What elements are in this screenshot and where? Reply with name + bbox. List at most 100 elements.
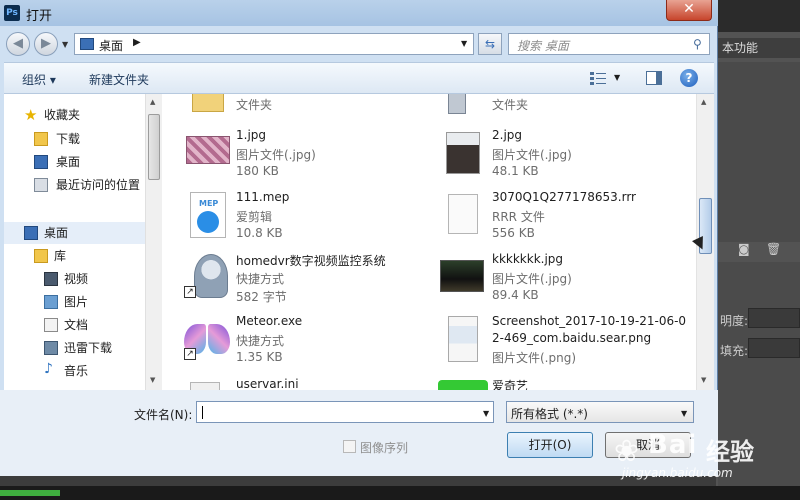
webcam-icon[interactable] xyxy=(194,254,228,298)
file-type: 图片文件(.jpg) xyxy=(492,272,572,286)
file-name[interactable]: Screenshot_2017-10-19-21-06-0 xyxy=(492,314,686,328)
photoshop-progress-fill xyxy=(0,490,60,496)
mep-badge: MEP xyxy=(199,199,219,208)
image-thumbnail[interactable] xyxy=(446,132,480,174)
address-bar[interactable]: 桌面 ▶ ▼ xyxy=(74,33,474,55)
refresh-icon[interactable]: ⇆ xyxy=(478,33,502,55)
scroll-up-icon[interactable]: ▲ xyxy=(701,98,706,106)
file-size: 582 字节 xyxy=(236,290,287,304)
mep-file-icon[interactable]: MEP xyxy=(190,192,226,238)
filename-dropdown-icon[interactable]: ▼ xyxy=(483,409,489,418)
screenshot-thumbnail[interactable] xyxy=(448,316,478,362)
nav-downloads[interactable]: 下载 xyxy=(56,129,80,149)
back-arrow-icon[interactable]: ◀ xyxy=(6,32,30,56)
scroll-down-icon[interactable]: ▼ xyxy=(150,376,155,384)
scroll-up-icon[interactable]: ▲ xyxy=(150,98,155,106)
file-name[interactable]: 2.jpg xyxy=(492,128,522,142)
preview-pane-icon[interactable] xyxy=(646,71,662,85)
file-type: 爱剪辑 xyxy=(236,210,273,224)
filename-input[interactable]: ▼ xyxy=(196,401,494,423)
view-dropdown-icon[interactable]: ▼ xyxy=(614,73,620,82)
generic-file-icon[interactable] xyxy=(448,194,478,234)
image-thumbnail[interactable] xyxy=(440,260,484,292)
view-options-icon[interactable] xyxy=(590,71,606,85)
organize-button[interactable]: 组织 ▾ xyxy=(22,71,56,88)
photoshop-status-bar xyxy=(0,486,800,500)
file-type: 文件夹 xyxy=(236,98,273,112)
opacity-field[interactable] xyxy=(748,308,800,328)
file-type: RRR 文件 xyxy=(492,210,545,224)
videos-icon xyxy=(44,272,58,286)
recent-places-icon xyxy=(34,178,48,192)
nav-xunlei-downloads[interactable]: 迅雷下载 xyxy=(64,338,112,358)
file-name[interactable]: kkkkkkk.jpg xyxy=(492,252,563,266)
watermark-brand: Bai xyxy=(648,430,698,460)
new-folder-button[interactable]: 新建文件夹 xyxy=(89,71,149,88)
folder-icon[interactable] xyxy=(448,94,466,114)
navigation-scrollbar[interactable]: ▲ ▼ xyxy=(145,94,162,390)
dialog-titlebar[interactable]: Ps 打开 ✕ xyxy=(0,0,718,26)
nav-documents[interactable]: 文档 xyxy=(64,315,88,335)
file-type: 图片文件(.jpg) xyxy=(236,148,316,162)
nav-favorites[interactable]: 收藏夹 xyxy=(44,105,80,125)
help-icon[interactable]: ? xyxy=(680,69,698,87)
photoshop-panel-upper: ◙ 🗑 xyxy=(718,62,800,256)
nav-videos[interactable]: 视频 xyxy=(64,269,88,289)
navigation-pane: ★ 收藏夹 下载 桌面 最近访问的位置 桌面 库 视频 图片 文档 迅雷下载 ♪… xyxy=(4,94,164,390)
file-name[interactable]: homedvr数字视频监控系统 xyxy=(236,252,386,269)
file-name[interactable]: 111.mep xyxy=(236,190,289,204)
documents-icon xyxy=(44,318,58,332)
fill-label: 填充: xyxy=(720,344,749,358)
address-dropdown-icon[interactable]: ▼ xyxy=(461,39,467,48)
address-location[interactable]: 桌面 xyxy=(99,37,123,54)
forward-arrow-icon[interactable]: ▶ xyxy=(34,32,58,56)
nav-music[interactable]: 音乐 xyxy=(64,361,88,381)
image-sequence-label: 图像序列 xyxy=(360,441,409,455)
desktop-icon xyxy=(34,155,48,169)
camera-icon[interactable]: ◙ xyxy=(738,242,750,256)
xunlei-folder-icon xyxy=(44,341,58,355)
recent-locations-dropdown-icon[interactable]: ▼ xyxy=(62,40,68,49)
file-name[interactable]: Meteor.exe xyxy=(236,314,302,328)
breadcrumb-chevron-icon[interactable]: ▶ xyxy=(133,37,141,48)
image-thumbnail[interactable] xyxy=(186,136,230,164)
ini-file-icon[interactable] xyxy=(190,382,220,390)
file-name[interactable]: uservar.ini xyxy=(236,377,299,391)
image-sequence-checkbox[interactable] xyxy=(343,440,356,453)
nav-pictures[interactable]: 图片 xyxy=(64,292,88,312)
file-name[interactable]: 3070Q1Q277178653.rrr xyxy=(492,190,636,204)
aijianji-logo-icon xyxy=(197,211,219,233)
file-type: 文件夹 xyxy=(492,98,529,112)
folder-icon[interactable] xyxy=(192,94,224,112)
search-icon[interactable]: ⚲ xyxy=(693,37,702,51)
open-file-dialog: Ps 打开 ✕ ◀ ▶ ▼ 桌面 ▶ ▼ ⇆ 搜索 桌面 ⚲ 组织 ▾ 新建文件… xyxy=(0,0,718,476)
nav-desktop[interactable]: 桌面 xyxy=(44,223,68,243)
scroll-down-icon[interactable]: ▼ xyxy=(701,376,706,384)
filter-dropdown-icon[interactable]: ▼ xyxy=(681,409,687,418)
baidu-jingyan-watermark: ❀ Bai 经验 jingyan.baidu.com xyxy=(606,426,796,486)
downloads-folder-icon xyxy=(34,132,48,146)
nav-library[interactable]: 库 xyxy=(54,246,66,266)
close-button[interactable]: ✕ xyxy=(666,0,712,21)
nav-desktop-favorite[interactable]: 桌面 xyxy=(56,152,80,172)
file-name-continued[interactable]: 2-469_com.baidu.sear.png xyxy=(492,331,651,345)
pictures-icon xyxy=(44,295,58,309)
trash-icon[interactable]: 🗑 xyxy=(766,242,781,256)
file-type-filter-select[interactable]: 所有格式 (*.*) ▼ xyxy=(506,401,694,423)
nav-recent-places[interactable]: 最近访问的位置 xyxy=(56,175,140,195)
iqiyi-icon[interactable] xyxy=(438,380,488,390)
navigation-scroll-thumb[interactable] xyxy=(148,114,160,180)
search-input[interactable]: 搜索 桌面 ⚲ xyxy=(508,33,710,55)
address-row: ◀ ▶ ▼ 桌面 ▶ ▼ ⇆ 搜索 桌面 ⚲ xyxy=(0,28,718,62)
open-button[interactable]: 打开(O) xyxy=(507,432,593,458)
dialog-title: 打开 xyxy=(26,9,53,24)
file-size: 556 KB xyxy=(492,226,535,240)
photoshop-workspace-selector[interactable]: 本功能 xyxy=(718,38,800,58)
command-toolbar: 组织 ▾ 新建文件夹 ▼ ? xyxy=(4,62,714,94)
file-type: 图片文件(.png) xyxy=(492,351,577,365)
file-name[interactable]: 1.jpg xyxy=(236,128,266,142)
opacity-label: 明度: xyxy=(720,314,749,328)
file-type: 快捷方式 xyxy=(236,272,285,286)
desktop-icon xyxy=(24,226,38,240)
fill-field[interactable] xyxy=(748,338,800,358)
